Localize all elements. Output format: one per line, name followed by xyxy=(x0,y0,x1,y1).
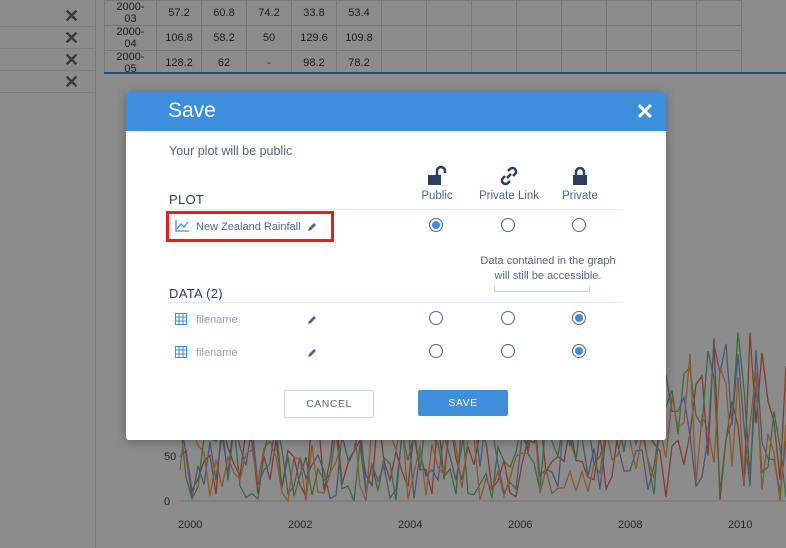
grid-icon xyxy=(175,313,187,325)
dialog-title: Save xyxy=(168,99,216,122)
column-label: Public xyxy=(421,190,453,202)
column-private-link: Private Link xyxy=(469,165,549,202)
data2-radio-public[interactable] xyxy=(429,344,443,358)
save-button[interactable]: SAVE xyxy=(418,390,508,416)
note-bracket xyxy=(494,286,590,292)
data-filename[interactable]: filename xyxy=(196,314,238,326)
column-label: Private xyxy=(562,190,598,202)
data2-radio-private-link[interactable] xyxy=(501,344,515,358)
data1-radio-public[interactable] xyxy=(429,311,443,325)
data-section-label: DATA (2) xyxy=(169,286,223,301)
data-filename[interactable]: filename xyxy=(196,347,238,359)
column-public: Public xyxy=(397,165,477,202)
data1-radio-private[interactable] xyxy=(572,311,586,325)
plot-section-label: PLOT xyxy=(169,192,205,207)
divider xyxy=(169,209,623,210)
divider xyxy=(169,302,623,303)
plot-radio-private[interactable] xyxy=(572,218,586,232)
save-dialog: Save ✕ Your plot will be public Public P… xyxy=(126,91,666,440)
data2-radio-private[interactable] xyxy=(572,344,586,358)
cancel-button[interactable]: CANCEL xyxy=(284,390,374,418)
lock-icon xyxy=(573,166,587,185)
close-icon[interactable]: ✕ xyxy=(636,99,654,125)
column-private: Private xyxy=(540,165,620,202)
grid-icon xyxy=(175,346,187,358)
plot-radio-private-link[interactable] xyxy=(501,218,515,232)
line-chart-icon xyxy=(175,220,189,232)
data1-radio-private-link[interactable] xyxy=(501,311,515,325)
plot-radio-public[interactable] xyxy=(429,218,443,232)
edit-plot-name-icon[interactable] xyxy=(307,222,317,232)
unlock-icon xyxy=(428,165,447,185)
column-label: Private Link xyxy=(478,190,540,202)
visibility-subtitle: Your plot will be public xyxy=(169,144,293,158)
link-icon xyxy=(500,166,518,186)
data-access-note: Data contained in the graph will still b… xyxy=(480,255,616,282)
plot-name[interactable]: New Zealand Rainfall xyxy=(196,221,301,233)
edit-filename-icon[interactable] xyxy=(307,315,317,325)
dialog-header: Save ✕ xyxy=(126,91,666,131)
edit-filename-icon[interactable] xyxy=(307,348,317,358)
